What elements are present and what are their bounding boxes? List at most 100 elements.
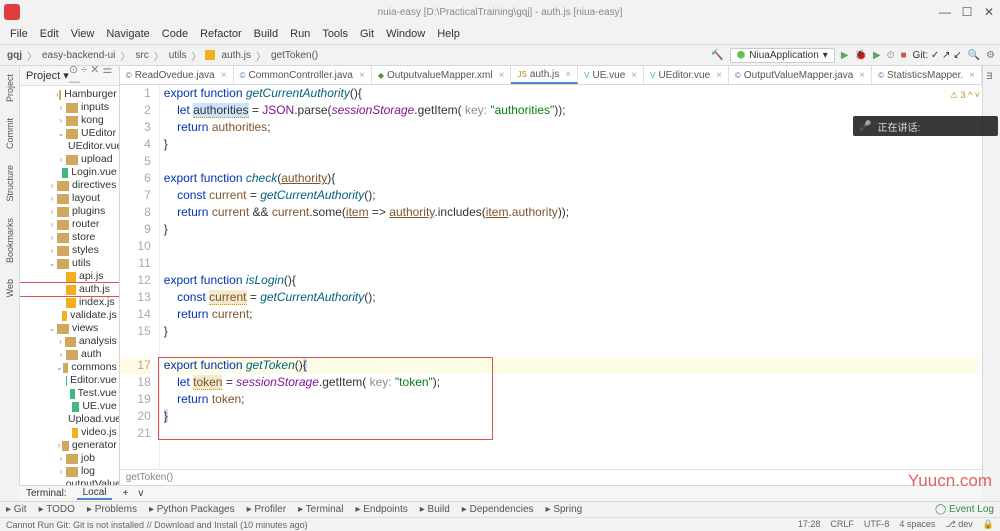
menu-run[interactable]: Run bbox=[284, 28, 316, 40]
close-tab-icon[interactable]: × bbox=[969, 70, 975, 81]
tree-item[interactable]: ›styles bbox=[20, 244, 119, 257]
toolwindow-endpoints[interactable]: ▸ Endpoints bbox=[355, 504, 407, 515]
toolwindow-terminal[interactable]: ▸ Terminal bbox=[298, 504, 343, 515]
menu-edit[interactable]: Edit bbox=[34, 28, 65, 40]
toolwindow-git[interactable]: ▸ Git bbox=[6, 504, 27, 515]
sidetab-bookmarks[interactable]: Bookmarks bbox=[3, 210, 17, 271]
inspection-badge[interactable]: ⚠ 3 ^ ˅ bbox=[950, 87, 980, 104]
git-label[interactable]: Git: ✓ ↗ ↙ bbox=[913, 50, 962, 61]
sidetab-project[interactable]: Project bbox=[3, 66, 17, 110]
tree-item[interactable]: UE.vue bbox=[20, 400, 119, 413]
toolwindow-build[interactable]: ▸ Build bbox=[420, 504, 450, 515]
tree-item[interactable]: ›Hamburger bbox=[20, 88, 119, 101]
event-log[interactable]: ◯ Event Log bbox=[935, 504, 994, 515]
tree-item[interactable]: Login.vue bbox=[20, 166, 119, 179]
tree-item[interactable]: ›inputs bbox=[20, 101, 119, 114]
toolwindow-python-packages[interactable]: ▸ Python Packages bbox=[149, 504, 235, 515]
minimize-icon[interactable]: — bbox=[938, 5, 952, 19]
tree-item[interactable]: validate.js bbox=[20, 309, 119, 322]
status-pos[interactable]: 17:28 bbox=[798, 519, 821, 530]
tree-item[interactable]: ›job bbox=[20, 452, 119, 465]
menu-build[interactable]: Build bbox=[248, 28, 284, 40]
menu-refactor[interactable]: Refactor bbox=[194, 28, 248, 40]
close-tab-icon[interactable]: × bbox=[859, 70, 865, 81]
terminal-add-tab[interactable]: + bbox=[122, 488, 128, 499]
tree-item[interactable]: ›plugins bbox=[20, 205, 119, 218]
tree-item[interactable]: ›layout bbox=[20, 192, 119, 205]
status-crlf[interactable]: CRLF bbox=[830, 519, 854, 530]
menu-git[interactable]: Git bbox=[354, 28, 380, 40]
right-gutter-m[interactable]: m bbox=[983, 66, 997, 86]
close-tab-icon[interactable]: × bbox=[631, 70, 637, 81]
menu-view[interactable]: View bbox=[65, 28, 101, 40]
editor-tab[interactable]: ©ReadOvedue.java× bbox=[120, 66, 234, 84]
tree-item[interactable]: ›generator bbox=[20, 439, 119, 452]
editor-tab[interactable]: ©CommonController.java× bbox=[234, 66, 372, 84]
tree-item[interactable]: ⌄views bbox=[20, 322, 119, 335]
toolwindow-todo[interactable]: ▸ TODO bbox=[39, 504, 75, 515]
run-icon[interactable]: ▶ bbox=[841, 50, 849, 61]
build-icon[interactable]: 🔨 bbox=[711, 50, 723, 61]
editor-tab[interactable]: JSauth.js× bbox=[511, 66, 578, 84]
close-icon[interactable]: ✕ bbox=[982, 5, 996, 19]
coverage-icon[interactable]: ▶ bbox=[873, 50, 881, 61]
editor-tab[interactable]: ◆OutputvalueMapper.xml× bbox=[372, 66, 512, 84]
close-tab-icon[interactable]: × bbox=[716, 70, 722, 81]
close-tab-icon[interactable]: × bbox=[565, 69, 571, 80]
editor-tab[interactable]: ©OutputValueMapper.java× bbox=[729, 66, 872, 84]
toolwindow-profiler[interactable]: ▸ Profiler bbox=[247, 504, 286, 515]
voice-overlay[interactable]: 🎤正在讲话: bbox=[853, 116, 998, 136]
tree-item[interactable]: index.js bbox=[20, 296, 119, 309]
tree-item[interactable]: video.js bbox=[20, 426, 119, 439]
close-tab-icon[interactable]: × bbox=[221, 70, 227, 81]
tree-item[interactable]: ›analysis bbox=[20, 335, 119, 348]
tree-item[interactable]: api.js bbox=[20, 270, 119, 283]
editor-tab[interactable]: VUE.vue× bbox=[578, 66, 644, 84]
tree-item[interactable]: ⌄utils bbox=[20, 257, 119, 270]
menu-file[interactable]: File bbox=[4, 28, 34, 40]
tree-item[interactable]: ›router bbox=[20, 218, 119, 231]
tree-item[interactable]: ›auth bbox=[20, 348, 119, 361]
tree-item[interactable]: auth.js bbox=[20, 283, 119, 296]
menu-code[interactable]: Code bbox=[156, 28, 194, 40]
maximize-icon[interactable]: ☐ bbox=[960, 5, 974, 19]
toolwindow-dependencies[interactable]: ▸ Dependencies bbox=[462, 504, 534, 515]
project-header[interactable]: Project ▾ ⊙ ÷ ✕ ☰ — bbox=[20, 66, 119, 86]
search-icon[interactable]: 🔍 bbox=[968, 50, 980, 61]
profile-icon[interactable]: ⏲ bbox=[887, 50, 895, 61]
menu-tools[interactable]: Tools bbox=[316, 28, 354, 40]
tree-item[interactable]: ⌄commons bbox=[20, 361, 119, 374]
code-editor[interactable]: ⚠ 3 ^ ˅ export function getCurrentAuthor… bbox=[160, 85, 982, 469]
editor-tab[interactable]: ©StatisticsMapper.× bbox=[872, 66, 982, 84]
tree-item[interactable]: ⌄UEditor bbox=[20, 127, 119, 140]
tree-item[interactable]: ›upload bbox=[20, 153, 119, 166]
tree-item[interactable]: Editor.vue bbox=[20, 374, 119, 387]
debug-icon[interactable]: 🐞 bbox=[855, 50, 867, 61]
sidetab-structure[interactable]: Structure bbox=[3, 157, 17, 210]
tree-item[interactable]: ›kong bbox=[20, 114, 119, 127]
close-tab-icon[interactable]: × bbox=[499, 70, 505, 81]
terminal-dropdown[interactable]: v bbox=[138, 488, 143, 499]
tree-item[interactable]: ›directives bbox=[20, 179, 119, 192]
toolwindow-spring[interactable]: ▸ Spring bbox=[546, 504, 583, 515]
tree-item[interactable]: ›store bbox=[20, 231, 119, 244]
settings-icon[interactable]: ⚙ bbox=[986, 50, 995, 61]
status-enc[interactable]: UTF-8 bbox=[864, 519, 890, 530]
toolwindow-problems[interactable]: ▸ Problems bbox=[87, 504, 137, 515]
menu-window[interactable]: Window bbox=[380, 28, 431, 40]
sidetab-web[interactable]: Web bbox=[3, 271, 17, 305]
status-msg[interactable]: Cannot Run Git: Git is not installed // … bbox=[6, 520, 308, 530]
terminal-tab-local[interactable]: Local bbox=[77, 487, 113, 500]
crumb-root[interactable]: gqj bbox=[5, 50, 24, 61]
close-tab-icon[interactable]: × bbox=[359, 70, 365, 81]
tree-item[interactable]: Upload.vue bbox=[20, 413, 119, 426]
sidetab-commit[interactable]: Commit bbox=[3, 110, 17, 157]
stop-icon[interactable]: ■ bbox=[901, 50, 907, 61]
status-branch[interactable]: ⎇ dev bbox=[945, 519, 972, 530]
tree-item[interactable]: ›log bbox=[20, 465, 119, 478]
status-lock-icon[interactable]: 🔒 bbox=[983, 519, 994, 530]
status-indent[interactable]: 4 spaces bbox=[899, 519, 935, 530]
tree-item[interactable]: UEditor.vue bbox=[20, 140, 119, 153]
editor-tab[interactable]: VUEditor.vue× bbox=[644, 66, 729, 84]
menu-help[interactable]: Help bbox=[431, 28, 466, 40]
